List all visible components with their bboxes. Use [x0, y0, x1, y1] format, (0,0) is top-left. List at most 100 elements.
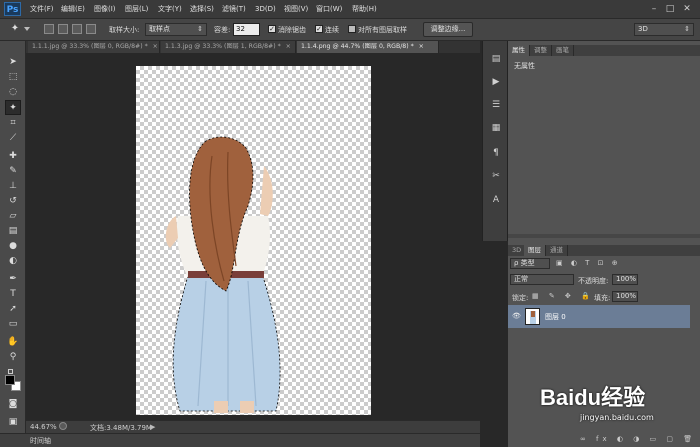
tools-preset-icon[interactable]: ✂: [488, 169, 504, 184]
paragraph-panel-icon[interactable]: ¶: [488, 146, 504, 161]
menu-image[interactable]: 图像(I): [94, 0, 116, 18]
maximize-icon[interactable]: □: [664, 3, 676, 15]
adjustments-panel-icon[interactable]: ☰: [488, 98, 504, 113]
menu-file[interactable]: 文件(F): [30, 0, 54, 18]
brush-tool-icon[interactable]: ✎: [5, 164, 21, 179]
intersect-selection-icon[interactable]: [86, 24, 96, 34]
marquee-tool-icon[interactable]: ⬚: [5, 70, 21, 85]
menu-view[interactable]: 视图(V): [284, 0, 308, 18]
fill-input[interactable]: 100%: [612, 291, 638, 302]
menu-help[interactable]: 帮助(H): [352, 0, 377, 18]
history-panel-icon[interactable]: ▤: [488, 52, 504, 67]
menu-3d[interactable]: 3D(D): [255, 0, 276, 18]
layers-footer-icons[interactable]: ∞ fx ◐ ◑ ▭ ▢ 🗑: [580, 435, 696, 443]
screen-mode-icon[interactable]: ▣: [5, 415, 21, 430]
add-selection-icon[interactable]: [58, 24, 68, 34]
sample-size-select[interactable]: 取样点 ⇕: [145, 23, 207, 36]
menu-filter[interactable]: 滤镜(T): [222, 0, 246, 18]
default-colors-icon[interactable]: [8, 369, 13, 374]
properties-tabbar: 属性 调整 画笔: [508, 45, 700, 56]
tab-label: 1.1.3.jpg @ 33.3% (图层 1, RGB/8#) *: [165, 43, 281, 50]
clone-stamp-tool-icon[interactable]: ⊥: [5, 179, 21, 194]
type-tool-icon[interactable]: T: [5, 287, 21, 302]
menu-layer[interactable]: 图层(L): [125, 0, 148, 18]
fill-label: 填充:: [594, 294, 611, 302]
preset-dropdown-icon[interactable]: [24, 27, 30, 31]
timeline-tab[interactable]: 时间轴: [30, 436, 51, 446]
pen-tool-icon[interactable]: ✒: [5, 272, 21, 287]
tab-properties[interactable]: 属性: [508, 45, 530, 56]
layer-row[interactable]: 👁 图层 0: [508, 305, 690, 328]
eyedropper-tool-icon[interactable]: ⟋: [5, 131, 21, 146]
crop-tool-icon[interactable]: ⌗: [5, 116, 21, 131]
document-size: 文档:3.48M/3.79M: [90, 424, 152, 432]
panel-divider[interactable]: [508, 234, 700, 238]
eye-icon[interactable]: 👁: [512, 312, 521, 320]
layer-filter-select[interactable]: ρ 类型: [510, 258, 550, 269]
timeline-bar: 时间轴: [0, 433, 480, 447]
tab-adjustments[interactable]: 调整: [530, 45, 552, 56]
tab-document-2[interactable]: 1.1.3.jpg @ 33.3% (图层 1, RGB/8#) * ×: [161, 41, 296, 53]
photoshop-logo: Ps: [4, 2, 21, 16]
properties-content: 无属性: [514, 62, 535, 70]
layer-name[interactable]: 图层 0: [545, 312, 566, 322]
options-bar: ✦ 取样大小: 取样点 ⇕ 容差: 32 ✓ 消除锯齿 ✓ 连续 对所有图层取样…: [0, 18, 700, 41]
opacity-label: 不透明度:: [578, 277, 609, 285]
tab-document-1[interactable]: 1.1.1.jpg @ 33.3% (图层 0, RGB/8#) * ×: [28, 41, 160, 53]
watermark-logo-text: Baidu经验: [540, 385, 646, 410]
close-icon[interactable]: ✕: [681, 3, 693, 15]
tab-layers[interactable]: 图层: [524, 245, 546, 256]
character-panel-icon[interactable]: A: [488, 193, 504, 208]
tab-brush[interactable]: 画笔: [552, 45, 574, 56]
menu-window[interactable]: 窗口(W): [316, 0, 342, 18]
refine-edge-button[interactable]: 调整边缘...: [423, 22, 473, 37]
tab-document-3[interactable]: 1.1.4.png @ 44.7% (图层 0, RGB/8) * ×: [297, 41, 439, 53]
gradient-tool-icon[interactable]: ▤: [5, 224, 21, 239]
close-icon[interactable]: ×: [419, 43, 424, 50]
close-icon[interactable]: ×: [286, 43, 291, 50]
tolerance-input[interactable]: 32: [233, 23, 260, 36]
close-icon[interactable]: ×: [153, 43, 158, 50]
all-layers-checkbox[interactable]: [348, 25, 356, 33]
blend-mode-select[interactable]: 正常: [510, 274, 574, 285]
magic-wand-preset-icon[interactable]: ✦: [8, 22, 22, 36]
tab-label: 1.1.4.png @ 44.7% (图层 0, RGB/8) *: [301, 43, 414, 50]
new-selection-icon[interactable]: [44, 24, 54, 34]
document-canvas[interactable]: [136, 66, 371, 415]
magic-wand-tool-icon[interactable]: ✦: [5, 100, 21, 115]
antialias-checkbox[interactable]: ✓: [268, 25, 276, 33]
history-brush-tool-icon[interactable]: ↺: [5, 194, 21, 209]
zoom-tool-icon[interactable]: ⚲: [5, 350, 21, 365]
zoom-level[interactable]: 44.67%: [30, 423, 57, 431]
sample-size-value: 取样点: [149, 25, 170, 33]
lasso-tool-icon[interactable]: ◌: [5, 85, 21, 100]
minimize-icon[interactable]: –: [648, 3, 660, 15]
status-bar: 44.67% 文档:3.48M/3.79M ▶: [26, 420, 480, 433]
menu-edit[interactable]: 编辑(E): [61, 0, 85, 18]
contiguous-checkbox[interactable]: ✓: [315, 25, 323, 33]
lock-icons[interactable]: ▦ ✎ ✥ 🔒: [532, 292, 594, 300]
eraser-tool-icon[interactable]: ▱: [5, 209, 21, 224]
subtract-selection-icon[interactable]: [72, 24, 82, 34]
quick-mask-icon[interactable]: ◙: [5, 397, 21, 412]
tools-panel: ➤ ⬚ ◌ ✦ ⌗ ⟋ ✚ ✎ ⊥ ↺ ▱ ▤ ● ◐ ✒ T ➚ ▭ ✋ ⚲ …: [0, 41, 26, 447]
swatches-panel-icon[interactable]: ▦: [488, 121, 504, 136]
opacity-input[interactable]: 100%: [612, 274, 638, 285]
dodge-tool-icon[interactable]: ◐: [5, 254, 21, 269]
path-selection-tool-icon[interactable]: ➚: [5, 302, 21, 317]
tab-channels[interactable]: 通道: [546, 245, 568, 256]
workspace-select[interactable]: 3D ⇕: [634, 23, 694, 36]
healing-brush-tool-icon[interactable]: ✚: [5, 149, 21, 164]
actions-panel-icon[interactable]: ▶: [488, 75, 504, 90]
status-menu-arrow-icon[interactable]: ▶: [150, 423, 155, 431]
foreground-color-swatch[interactable]: [5, 375, 15, 385]
menu-select[interactable]: 选择(S): [190, 0, 214, 18]
move-tool-icon[interactable]: ➤: [5, 55, 21, 70]
blur-tool-icon[interactable]: ●: [5, 239, 21, 254]
menu-type[interactable]: 文字(Y): [158, 0, 182, 18]
shape-tool-icon[interactable]: ▭: [5, 317, 21, 332]
fill-value: 100%: [616, 292, 637, 300]
layer-filter-icons[interactable]: ▣ ◐ T ⊡ ⊕: [556, 259, 621, 267]
tab-label: 1.1.1.jpg @ 33.3% (图层 0, RGB/8#) *: [32, 43, 148, 50]
hand-tool-icon[interactable]: ✋: [5, 335, 21, 350]
